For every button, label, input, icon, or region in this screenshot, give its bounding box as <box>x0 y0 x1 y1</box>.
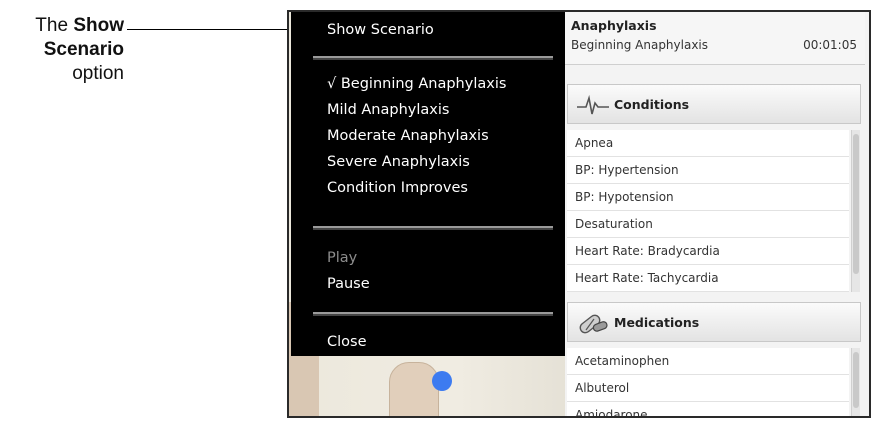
medication-label: Acetaminophen <box>575 354 670 368</box>
medication-label: Amiodarone <box>575 408 648 418</box>
menu-item-show-scenario[interactable]: Show Scenario <box>327 20 434 40</box>
ecg-waveform-icon <box>577 94 609 115</box>
conditions-scroll-thumb[interactable] <box>853 134 859 274</box>
condition-row[interactable]: Heart Rate: Tachycardia <box>567 265 849 292</box>
condition-label: BP: Hypotension <box>575 190 674 204</box>
medication-row[interactable]: Albuterol <box>567 375 849 402</box>
callout-bold-1: Show <box>73 15 124 36</box>
menu-item-scenario-beginning[interactable]: √ Beginning Anaphylaxis <box>327 74 506 94</box>
condition-label: Heart Rate: Tachycardia <box>575 271 719 285</box>
scenario-title: Anaphylaxis <box>571 18 657 33</box>
menu-separator <box>313 312 553 314</box>
condition-label: Heart Rate: Bradycardia <box>575 244 720 258</box>
condition-row[interactable]: Desaturation <box>567 211 849 238</box>
medication-row[interactable]: Acetaminophen <box>567 348 849 375</box>
condition-label: Apnea <box>575 136 614 150</box>
conditions-header[interactable]: Conditions <box>567 84 861 124</box>
conditions-scrollbar[interactable] <box>851 130 860 292</box>
mannequin-hand <box>389 362 439 416</box>
condition-row[interactable]: BP: Hypotension <box>567 184 849 211</box>
condition-row[interactable]: Heart Rate: Bradycardia <box>567 238 849 265</box>
medication-label: Albuterol <box>575 381 630 395</box>
conditions-label: Conditions <box>614 97 690 112</box>
callout-bold-2: Scenario <box>43 39 124 60</box>
scenario-header: Anaphylaxis Beginning Anaphylaxis 00:01:… <box>565 12 865 65</box>
screenshot-frame: Show Scenario √ Beginning Anaphylaxis Mi… <box>287 10 871 418</box>
medications-scrollbar[interactable] <box>851 348 860 416</box>
medication-row[interactable]: Amiodarone <box>567 402 849 418</box>
callout-suffix: option <box>72 63 124 84</box>
menu-item-scenario-severe[interactable]: Severe Anaphylaxis <box>327 152 470 172</box>
callout-text: The Show Scenario option <box>0 14 124 86</box>
menu-item-close[interactable]: Close <box>327 332 367 352</box>
condition-row[interactable]: Apnea <box>567 130 849 157</box>
condition-label: Desaturation <box>575 217 653 231</box>
menu-item-scenario-mild[interactable]: Mild Anaphylaxis <box>327 100 449 120</box>
medications-scroll-thumb[interactable] <box>853 352 859 408</box>
pulse-point-icon[interactable] <box>432 371 452 391</box>
callout-leader-line <box>127 29 291 30</box>
pills-icon <box>579 314 608 334</box>
condition-row[interactable]: BP: Hypertension <box>567 157 849 184</box>
menu-separator <box>313 226 553 228</box>
menu-item-pause[interactable]: Pause <box>327 274 370 294</box>
scenario-current: Beginning Anaphylaxis <box>571 38 709 52</box>
menu-item-play: Play <box>327 250 358 266</box>
menu-separator <box>313 56 553 58</box>
scenario-timer: 00:01:05 <box>803 38 857 52</box>
scenario-panel: Anaphylaxis Beginning Anaphylaxis 00:01:… <box>565 12 869 416</box>
callout-prefix: The <box>35 15 69 36</box>
menu-item-scenario-improves[interactable]: Condition Improves <box>327 178 468 198</box>
medications-label: Medications <box>614 315 700 330</box>
scenario-menu: Show Scenario √ Beginning Anaphylaxis Mi… <box>291 12 565 356</box>
menu-item-scenario-moderate[interactable]: Moderate Anaphylaxis <box>327 126 489 146</box>
medications-header[interactable]: Medications <box>567 302 861 342</box>
condition-label: BP: Hypertension <box>575 163 679 177</box>
